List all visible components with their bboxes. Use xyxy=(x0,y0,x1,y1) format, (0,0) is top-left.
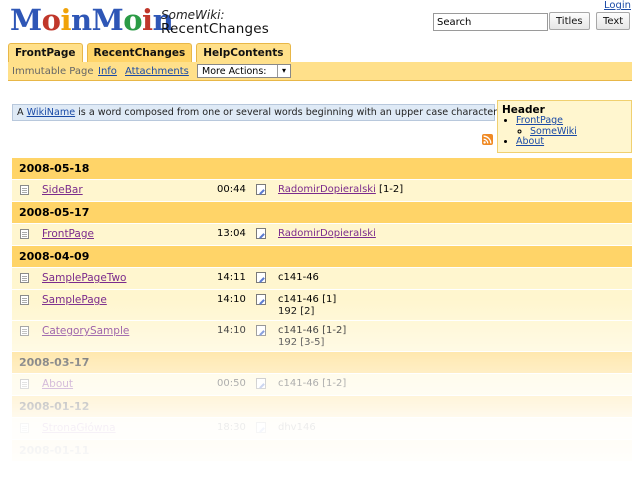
editor-cell: c141-46 [1] 192 [2] xyxy=(278,294,336,318)
date-row: 2008-05-18 xyxy=(12,157,632,179)
change-range: [1-2] xyxy=(379,184,404,195)
wikiname-info-box: A WikiName is a word composed from one o… xyxy=(12,104,499,121)
editor-cell: dhv146 xyxy=(278,422,316,433)
moinmoin-logo[interactable]: MoinMoin xyxy=(10,3,174,37)
rss-feed-icon[interactable] xyxy=(482,134,493,145)
attachments-link[interactable]: Attachments xyxy=(125,66,189,77)
info-icon[interactable] xyxy=(256,294,266,305)
info-prefix: A xyxy=(17,107,27,118)
editor-name: c141-46 xyxy=(278,294,319,305)
sidebar-item-somewiki: SomeWiki xyxy=(530,126,627,138)
editor-line-2: 192 [2] xyxy=(278,306,315,317)
page-link[interactable]: SamplePage xyxy=(42,294,107,306)
page-link[interactable]: CategorySample xyxy=(42,325,129,337)
info-icon[interactable] xyxy=(256,422,266,433)
page-link[interactable]: About xyxy=(42,378,73,390)
change-row: CategorySample 14:10 c141-46 [1-2] 192 [3… xyxy=(12,320,632,351)
more-actions-select[interactable]: More Actions: ▾ xyxy=(197,64,291,78)
diff-icon[interactable] xyxy=(20,423,29,433)
date-row: 2008-01-12 xyxy=(12,395,632,417)
change-time: 14:10 xyxy=(217,325,246,336)
tab-recentchanges[interactable]: RecentChanges xyxy=(86,43,193,63)
editor-link[interactable]: RadomirDopieralski xyxy=(278,228,376,239)
diff-icon[interactable] xyxy=(20,326,29,336)
date-row: 2008-05-17 xyxy=(12,201,632,223)
info-icon[interactable] xyxy=(256,272,266,283)
change-range: [1-2] xyxy=(322,378,347,389)
change-time: 13:04 xyxy=(217,228,246,239)
info-icon[interactable] xyxy=(256,184,266,195)
page-link[interactable]: SamplePageTwo xyxy=(42,272,126,284)
page-link[interactable]: FrontPage xyxy=(42,228,94,240)
change-row: About 00:50 c141-46 [1-2] xyxy=(12,373,632,395)
diff-icon[interactable] xyxy=(20,295,29,305)
editor-cell: RadomirDopieralski xyxy=(278,228,376,240)
navigation-tabs: FrontPage RecentChanges HelpContents xyxy=(8,43,295,63)
tab-frontpage[interactable]: FrontPage xyxy=(8,43,83,63)
editor-name: c141-46 xyxy=(278,325,319,336)
editor-cell: RadomirDopieralski [1-2] xyxy=(278,184,403,196)
change-time: 14:11 xyxy=(217,272,246,283)
logo-text: MoinMoin xyxy=(10,3,174,37)
page-link[interactable]: SideBar xyxy=(42,184,83,196)
page-title[interactable]: RecentChanges xyxy=(161,22,269,37)
change-row: SamplePage 14:10 c141-46 [1] 192 [2] xyxy=(12,289,632,320)
wikiname-link[interactable]: WikiName xyxy=(27,107,75,118)
change-row: FrontPage 13:04 RadomirDopieralski xyxy=(12,223,632,245)
sidebar-link-about[interactable]: About xyxy=(516,136,544,147)
sidebar-link-somewiki[interactable]: SomeWiki xyxy=(530,126,577,137)
titles-search-button[interactable]: Titles xyxy=(549,12,590,30)
editor-link[interactable]: RadomirDopieralski xyxy=(278,184,376,195)
editor-cell: c141-46 [1-2] 192 [3-5] xyxy=(278,325,346,349)
editor-name: c141-46 xyxy=(278,378,319,389)
page-toolbar: Immutable Page Info Attachments More Act… xyxy=(8,62,632,81)
change-range: [1-2] xyxy=(322,325,347,336)
change-range: [1] xyxy=(322,294,337,305)
change-time: 00:44 xyxy=(217,184,246,195)
recent-changes-table: 2008-05-18 SideBar 00:44 RadomirDopieral… xyxy=(12,157,632,461)
text-search-button[interactable]: Text xyxy=(596,12,631,30)
site-name[interactable]: SomeWiki: xyxy=(161,9,225,21)
info-link[interactable]: Info xyxy=(98,66,117,77)
sidebar-item-frontpage: FrontPage SomeWiki xyxy=(516,115,627,138)
date-row: 2008-04-09 xyxy=(12,245,632,267)
immutable-page-label: Immutable Page xyxy=(12,66,94,77)
login-link[interactable]: Login xyxy=(604,0,631,11)
editor-cell: c141-46 [1-2] xyxy=(278,378,346,390)
sidebar-panel: Header FrontPage SomeWiki About xyxy=(497,100,632,153)
change-time: 00:50 xyxy=(217,378,246,389)
more-actions-label: More Actions: xyxy=(202,66,267,77)
date-row: 2008-03-17 xyxy=(12,351,632,373)
diff-icon[interactable] xyxy=(20,229,29,239)
info-icon[interactable] xyxy=(256,378,266,389)
change-time: 14:10 xyxy=(217,294,246,305)
change-time: 18:30 xyxy=(217,422,246,433)
sidebar-link-frontpage[interactable]: FrontPage xyxy=(516,115,563,126)
date-row: 2008-01-11 xyxy=(12,439,632,461)
diff-icon[interactable] xyxy=(20,273,29,283)
sidebar-item-about: About xyxy=(516,136,627,148)
editor-line-2: 192 [3-5] xyxy=(278,337,325,348)
search-input[interactable] xyxy=(433,13,548,31)
change-row: StronaGłówna 18:30 dhv146 xyxy=(12,417,632,439)
editor-cell: c141-46 xyxy=(278,272,319,283)
diff-icon[interactable] xyxy=(20,185,29,195)
info-suffix: is a word composed from one or several w… xyxy=(75,107,500,118)
chevron-down-icon: ▾ xyxy=(277,65,290,77)
info-icon[interactable] xyxy=(256,228,266,239)
page-link[interactable]: StronaGłówna xyxy=(42,422,116,434)
info-icon[interactable] xyxy=(256,325,266,336)
tab-helpcontents[interactable]: HelpContents xyxy=(196,43,291,63)
diff-icon[interactable] xyxy=(20,379,29,389)
change-row: SamplePageTwo 14:11 c141-46 xyxy=(12,267,632,289)
sidebar-list: FrontPage SomeWiki About xyxy=(502,115,627,148)
change-row: SideBar 00:44 RadomirDopieralski [1-2] xyxy=(12,179,632,201)
